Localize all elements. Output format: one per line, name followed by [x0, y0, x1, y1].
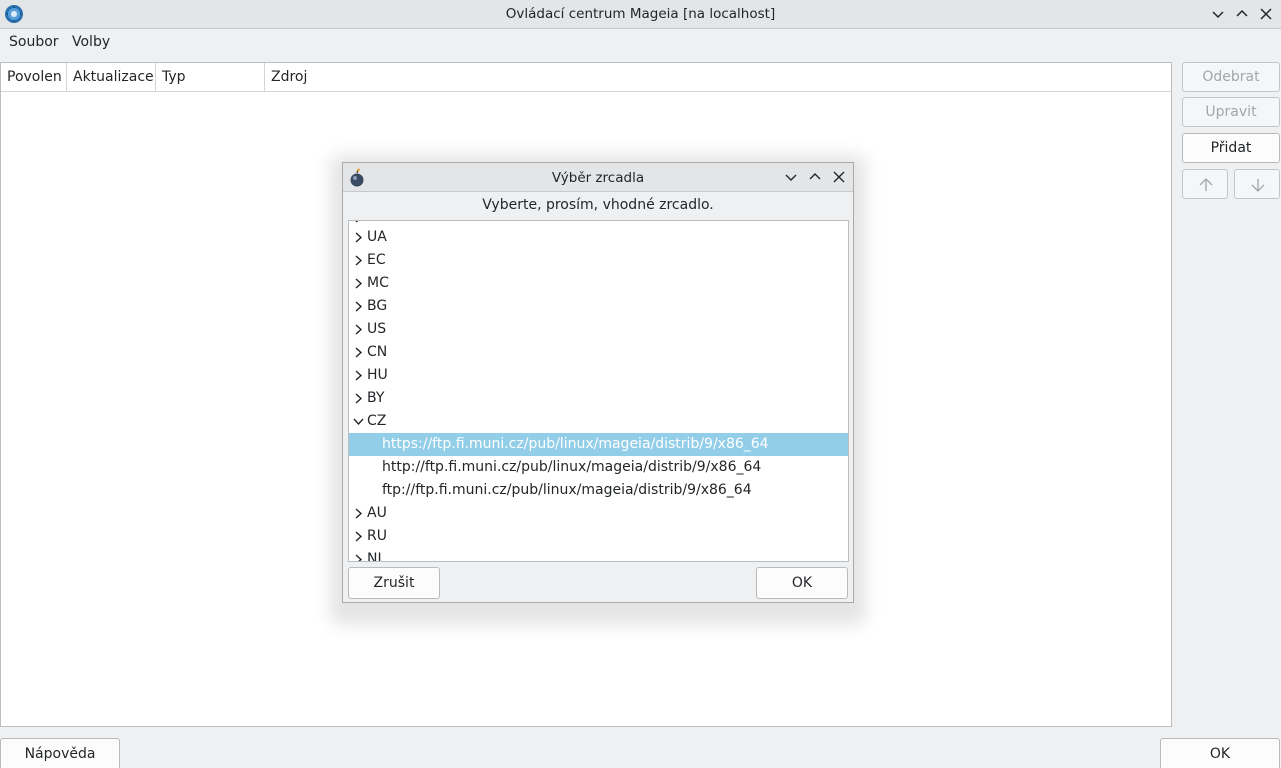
table-header: Povolen Aktualizace Typ Zdroj [1, 63, 1171, 92]
tree-row-country[interactable]: BG [349, 295, 848, 318]
mirror-url: http://ftp.fi.muni.cz/pub/linux/mageia/d… [382, 459, 762, 475]
menu-volby[interactable]: Volby [72, 34, 110, 50]
remove-button[interactable]: Odebrat [1182, 62, 1280, 92]
chevron-right-icon [355, 347, 363, 358]
menu-soubor[interactable]: Soubor [9, 34, 59, 50]
country-label: NL [367, 551, 386, 562]
chevron-right-icon [355, 531, 363, 542]
mirror-tree[interactable]: UA EC MC BG US CN HU BY CZ https://ftp.f… [348, 220, 849, 562]
dialog-ok-button[interactable]: OK [756, 567, 848, 599]
chevron-down-icon [353, 418, 364, 426]
column-header-updates[interactable]: Aktualizace [67, 63, 156, 92]
tree-row-country[interactable]: MC [349, 272, 848, 295]
add-button[interactable]: Přidat [1182, 133, 1280, 163]
chevron-right-icon [355, 278, 363, 289]
move-up-button[interactable] [1182, 169, 1228, 199]
move-down-button[interactable] [1234, 169, 1280, 199]
chevron-right-icon [355, 221, 359, 223]
mirror-dialog: Výběr zrcadla Vyberte, prosím, vhodné zr… [342, 162, 854, 603]
tree-row-country[interactable]: EC [349, 249, 848, 272]
chevron-right-icon [355, 232, 363, 243]
tree-row-country[interactable]: CN [349, 341, 848, 364]
window-title: Ovládací centrum Mageia [na localhost] [505, 6, 776, 22]
window-titlebar: Ovládací centrum Mageia [na localhost] [0, 0, 1281, 29]
mirror-item-selected[interactable]: https://ftp.fi.muni.cz/pub/linux/mageia/… [349, 433, 848, 456]
tree-row-country[interactable]: NL [349, 548, 848, 562]
dialog-title: Výběr zrcadla [551, 170, 645, 186]
country-label: HU [367, 367, 388, 383]
menubar: Soubor Volby [0, 29, 1281, 57]
mirror-item[interactable]: ftp://ftp.fi.muni.cz/pub/linux/mageia/di… [349, 479, 848, 502]
dialog-titlebar: Výběr zrcadla [343, 163, 853, 192]
country-label: MC [367, 275, 389, 291]
mirror-url: ftp://ftp.fi.muni.cz/pub/linux/mageia/di… [382, 482, 752, 498]
mirror-item[interactable]: http://ftp.fi.muni.cz/pub/linux/mageia/d… [349, 456, 848, 479]
dialog-prompt: Vyberte, prosím, vhodné zrcadlo. [482, 197, 714, 213]
chevron-right-icon [355, 370, 363, 381]
country-label: RU [367, 528, 387, 544]
country-label: AU [367, 505, 387, 521]
dialog-minimize-icon[interactable] [783, 169, 799, 185]
country-label: BG [367, 298, 388, 314]
edit-button[interactable]: Upravit [1182, 97, 1280, 127]
dialog-maximize-icon[interactable] [807, 169, 823, 185]
mirror-url: https://ftp.fi.muni.cz/pub/linux/mageia/… [382, 436, 769, 452]
column-header-source[interactable]: Zdroj [265, 63, 1171, 92]
column-header-enabled[interactable]: Povolen [1, 63, 67, 92]
column-header-type[interactable]: Typ [156, 63, 265, 92]
tree-row-country[interactable]: BY [349, 387, 848, 410]
arrow-up-icon [1199, 178, 1213, 191]
chevron-right-icon [355, 301, 363, 312]
chevron-right-icon [355, 324, 363, 335]
cancel-button[interactable]: Zrušit [348, 567, 440, 599]
country-label: CZ [367, 413, 387, 429]
arrow-down-icon [1251, 179, 1265, 192]
country-label: US [367, 321, 387, 337]
chevron-right-icon [355, 393, 363, 404]
country-label: CN [367, 344, 388, 360]
tree-row-country[interactable]: UA [349, 226, 848, 249]
country-label: BY [367, 390, 385, 406]
dialog-close-icon[interactable] [831, 169, 847, 185]
tree-row-country[interactable]: RU [349, 525, 848, 548]
help-button[interactable]: Nápověda [0, 738, 120, 768]
tree-row-country[interactable]: AU [349, 502, 848, 525]
minimize-icon[interactable] [1209, 5, 1227, 23]
maximize-icon[interactable] [1233, 5, 1251, 23]
country-label: EC [367, 252, 386, 268]
chevron-right-icon [355, 508, 363, 519]
ok-button[interactable]: OK [1160, 738, 1280, 768]
chevron-right-icon [355, 554, 363, 561]
chevron-right-icon [355, 255, 363, 266]
tree-row-country[interactable]: US [349, 318, 848, 341]
close-icon[interactable] [1257, 5, 1275, 23]
tree-row-country-expanded[interactable]: CZ [349, 410, 848, 433]
country-label: UA [367, 229, 387, 245]
tree-row-country[interactable]: HU [349, 364, 848, 387]
